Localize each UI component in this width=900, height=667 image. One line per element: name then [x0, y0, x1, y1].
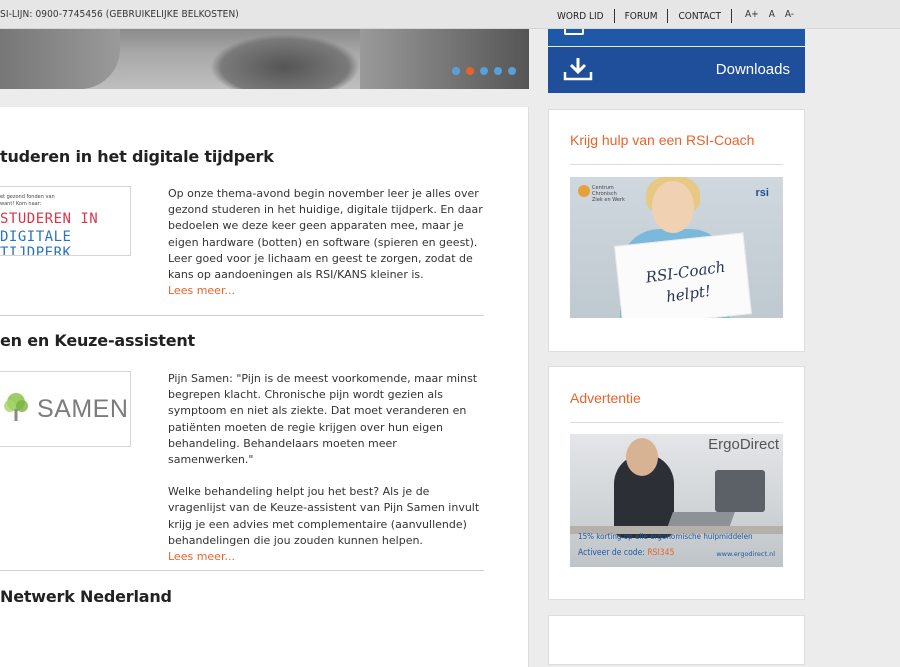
rsi-logo: rsi — [755, 187, 769, 199]
font-size-controls: A+ A A- — [745, 9, 794, 20]
font-size-increase[interactable]: A+ — [745, 9, 759, 20]
slider-dot[interactable] — [508, 67, 516, 75]
tray-icon — [564, 29, 584, 35]
slider-dot[interactable] — [480, 67, 488, 75]
advert-code: RSI345 — [647, 548, 675, 558]
nav-separator — [667, 9, 669, 23]
advert-card: Advertentie ErgoDirect 15% korting op al… — [548, 366, 805, 600]
nav-contact[interactable]: CONTACT — [678, 11, 721, 22]
article-thumbnail[interactable]: et gezond fonden van want! Kom naar: STU… — [0, 186, 131, 256]
divider — [570, 422, 783, 423]
slider-dot[interactable] — [494, 67, 502, 75]
top-bar: SI-LIJN: 0900-7745456 (GEBRUIKELIJKE BEL… — [0, 0, 900, 29]
read-more-link[interactable]: Lees meer... — [168, 284, 235, 297]
article-body: Op onze thema-avond begin november leer … — [168, 186, 483, 299]
divider — [0, 315, 484, 316]
hotline-text: SI-LIJN: 0900-7745456 (GEBRUIKELIJKE BEL… — [0, 9, 239, 20]
advert-banner[interactable]: ErgoDirect 15% korting op alle ergonomis… — [570, 434, 783, 567]
nav-forum[interactable]: FORUM — [625, 11, 658, 22]
article-text: Pijn Samen: "Pijn is de meest voorkomend… — [168, 372, 478, 467]
coach-card: Krijg hulp van een RSI-Coach Centrum Chr… — [548, 109, 805, 352]
font-size-default[interactable]: A — [769, 9, 775, 20]
advert-url: www.ergodirect.nl — [716, 550, 775, 558]
article-title[interactable]: en en Keuze-assistent — [0, 331, 195, 350]
slider-dot-active[interactable] — [466, 67, 474, 75]
thumb-logo-text: SAMEN — [37, 395, 129, 423]
hero-image — [0, 29, 120, 89]
article-body: Pijn Samen: "Pijn is de meest voorkomend… — [168, 371, 483, 565]
article-title[interactable]: Netwerk Nederland — [0, 587, 172, 606]
nav-separator — [613, 9, 615, 23]
hero-image — [360, 29, 529, 89]
advert-brand: ErgoDirect — [708, 436, 779, 453]
article-title[interactable]: tuderen in het digitale tijdperk — [0, 147, 274, 166]
hero-slider — [0, 29, 529, 89]
advert-heading: Advertentie — [570, 390, 641, 406]
sidebar-card — [548, 615, 805, 665]
download-icon — [563, 58, 593, 81]
downloads-label: Downloads — [715, 61, 790, 78]
person-figure — [652, 181, 694, 233]
divider — [0, 570, 484, 571]
main-content: tuderen in het digitale tijdperk et gezo… — [0, 107, 529, 667]
coach-image[interactable]: Centrum Chronisch Ziek en Werk rsi RSI-C… — [570, 177, 783, 318]
article-text: Welke behandeling helpt jou het best? Al… — [168, 485, 480, 547]
thumb-title-line2: DIGITALE TIJDPERK — [0, 229, 72, 256]
advert-activate-text: Activeer de code: — [578, 548, 648, 558]
hero-image — [210, 34, 360, 89]
nav-separator — [731, 9, 733, 23]
top-nav: WORD LID FORUM CONTACT — [557, 9, 742, 23]
coach-heading[interactable]: Krijg hulp van een RSI-Coach — [570, 132, 754, 148]
font-size-decrease[interactable]: A- — [785, 9, 794, 20]
nav-word-lid[interactable]: WORD LID — [557, 11, 604, 22]
person-figure — [626, 438, 658, 476]
monitor-image — [715, 470, 765, 512]
advert-promo: 15% korting op alle ergonomische hulpmid… — [578, 532, 753, 541]
read-more-link[interactable]: Lees meer... — [168, 550, 235, 563]
sidebar-button-top[interactable] — [548, 29, 805, 46]
thumb-title-line1: STUDEREN IN — [0, 211, 99, 227]
centrum-logo: Centrum Chronisch Ziek en Werk — [578, 185, 625, 203]
divider — [570, 164, 783, 165]
article-text: Op onze thema-avond begin november leer … — [168, 187, 483, 282]
slider-dot[interactable] — [452, 67, 460, 75]
advert-code-line: Activeer de code: RSI345 — [578, 548, 674, 558]
slider-dots — [452, 67, 516, 75]
tree-logo-icon — [4, 393, 28, 421]
downloads-button[interactable]: Downloads — [548, 47, 805, 93]
article-thumbnail[interactable]: SAMEN — [0, 371, 131, 447]
thumb-caption: et gezond fonden van want! Kom naar: — [0, 194, 55, 207]
